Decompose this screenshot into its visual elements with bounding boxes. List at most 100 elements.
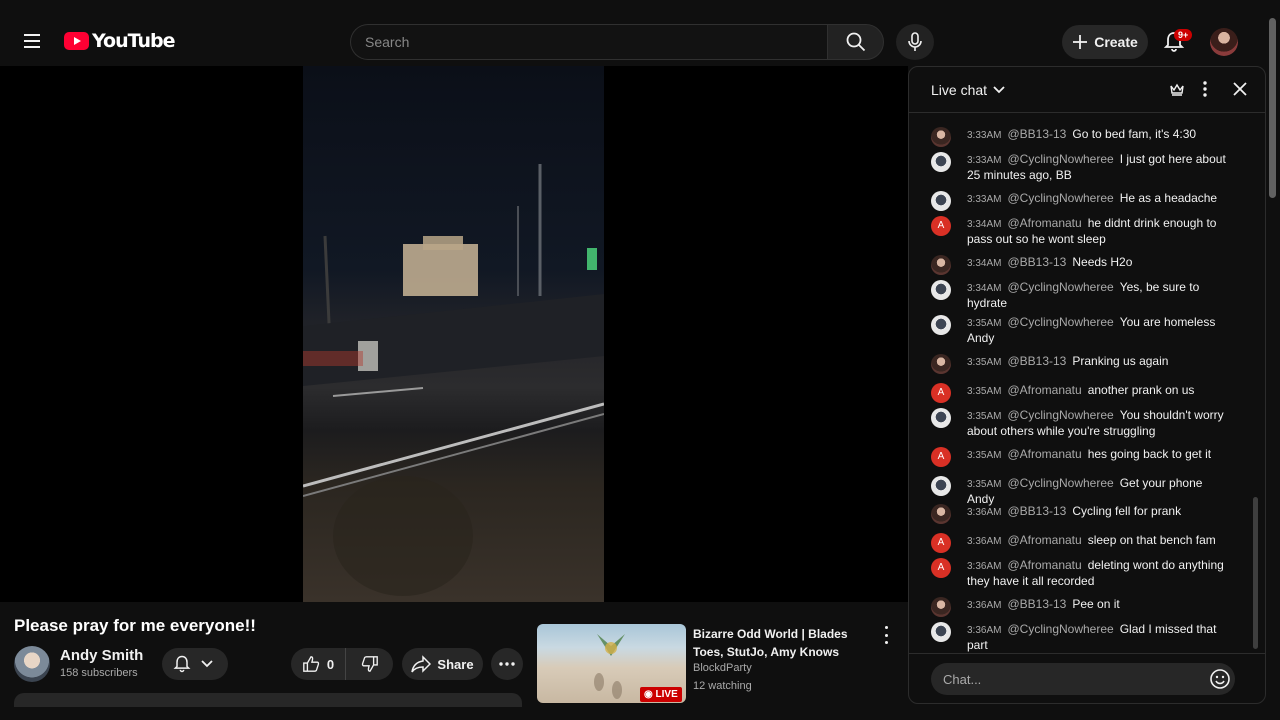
- like-button[interactable]: 0: [291, 648, 346, 680]
- chat-author-avatar[interactable]: A: [931, 558, 951, 578]
- chat-text: hes going back to get it: [1087, 447, 1212, 461]
- logo-text: YouTube: [92, 30, 175, 52]
- chat-message-body: 3:34AM @BB13-13 Needs H2o: [967, 255, 1227, 271]
- chat-author[interactable]: @CyclingNowheree: [1007, 191, 1113, 205]
- notification-badge: 9+: [1174, 29, 1193, 41]
- chat-timestamp: 3:36AM: [967, 561, 1002, 572]
- recommended-more-icon[interactable]: [878, 626, 894, 644]
- chat-author-avatar[interactable]: A: [931, 383, 951, 403]
- recommended-channel[interactable]: BlockdParty: [693, 662, 752, 674]
- chat-message-body: 3:35AM @Afromanatu another prank on us: [967, 383, 1227, 399]
- chat-author[interactable]: @BB13-13: [1007, 354, 1066, 368]
- more-actions-button[interactable]: [491, 648, 523, 680]
- page-scrollbar[interactable]: [1269, 18, 1276, 198]
- youtube-logo-icon: [64, 32, 89, 50]
- chat-author-avatar[interactable]: [931, 504, 951, 524]
- chat-timestamp: 3:34AM: [967, 258, 1002, 269]
- chat-author-avatar[interactable]: [931, 408, 951, 428]
- live-chat-title[interactable]: Live chat: [931, 82, 987, 98]
- chat-author[interactable]: @BB13-13: [1007, 255, 1066, 269]
- chat-timestamp: 3:34AM: [967, 219, 1002, 230]
- share-button[interactable]: Share: [402, 648, 483, 680]
- chat-author-avatar[interactable]: A: [931, 533, 951, 553]
- chat-author[interactable]: @Afromanatu: [1007, 558, 1081, 572]
- chat-timestamp: 3:35AM: [967, 318, 1002, 329]
- chat-message-body: 3:33AM @BB13-13 Go to bed fam, it's 4:30: [967, 127, 1227, 143]
- search-button[interactable]: [827, 24, 884, 60]
- account-avatar[interactable]: [1210, 28, 1238, 56]
- search-input[interactable]: [350, 24, 827, 60]
- chat-author[interactable]: @CyclingNowheree: [1007, 408, 1113, 422]
- mic-icon: [908, 32, 922, 51]
- chat-input[interactable]: [931, 663, 1235, 695]
- more-icon: [499, 662, 515, 666]
- chat-author[interactable]: @CyclingNowheree: [1007, 622, 1113, 636]
- create-label: Create: [1094, 34, 1138, 50]
- channel-name[interactable]: Andy Smith: [60, 647, 143, 664]
- thumbs-down-icon: [361, 656, 378, 672]
- youtube-logo[interactable]: YouTube: [64, 30, 175, 52]
- chat-message-body: 3:33AM @CyclingNowheree He as a headache: [967, 191, 1227, 207]
- chat-text: he didnt drink enough to pass out so he …: [967, 216, 1217, 246]
- chat-author-avatar[interactable]: [931, 280, 951, 300]
- video-scene: [303, 164, 604, 596]
- chat-author-avatar[interactable]: [931, 597, 951, 617]
- chat-author-avatar[interactable]: [931, 476, 951, 496]
- crown-icon[interactable]: [1167, 79, 1187, 99]
- chat-author[interactable]: @Afromanatu: [1007, 216, 1081, 230]
- chevron-down-icon: [201, 660, 213, 668]
- like-count: 0: [326, 656, 335, 672]
- chat-author[interactable]: @Afromanatu: [1007, 383, 1081, 397]
- chat-author-avatar[interactable]: [931, 255, 951, 275]
- chat-author-avatar[interactable]: A: [931, 447, 951, 467]
- emoji-icon[interactable]: [1209, 668, 1231, 690]
- chat-author-avatar[interactable]: A: [931, 216, 951, 236]
- chat-message-body: 3:35AM @Afromanatu hes going back to get i…: [967, 447, 1227, 463]
- more-icon[interactable]: [1195, 79, 1215, 99]
- video-frame[interactable]: [303, 66, 604, 602]
- voice-search-button[interactable]: [896, 24, 934, 60]
- chat-timestamp: 3:35AM: [967, 357, 1002, 368]
- chevron-down-icon[interactable]: [991, 81, 1007, 97]
- chat-author[interactable]: @CyclingNowheree: [1007, 152, 1113, 166]
- chat-scrollbar[interactable]: [1253, 497, 1258, 649]
- chat-author[interactable]: @BB13-13: [1007, 597, 1066, 611]
- close-icon[interactable]: [1230, 79, 1250, 99]
- share-icon: [411, 655, 432, 673]
- chat-author[interactable]: @CyclingNowheree: [1007, 315, 1113, 329]
- chat-author[interactable]: @Afromanatu: [1007, 533, 1081, 547]
- chat-text: another prank on us: [1087, 383, 1195, 397]
- description-box[interactable]: [14, 693, 522, 707]
- chat-author[interactable]: @BB13-13: [1007, 504, 1066, 518]
- chat-author-avatar[interactable]: [931, 622, 951, 642]
- hamburger-icon[interactable]: [24, 34, 40, 52]
- chat-author-avatar[interactable]: [931, 315, 951, 335]
- chat-message-list[interactable]: 3:33AM @BB13-13 Go to bed fam, it's 4:30 3:…: [909, 113, 1249, 653]
- subscription-bell-button[interactable]: [162, 648, 228, 680]
- bell-icon: [173, 655, 191, 673]
- chat-author[interactable]: @BB13-13: [1007, 127, 1066, 141]
- create-button[interactable]: Create: [1062, 25, 1148, 59]
- dislike-button[interactable]: [346, 655, 393, 673]
- chat-timestamp: 3:35AM: [967, 411, 1002, 422]
- chat-author-avatar[interactable]: [931, 127, 951, 147]
- chat-author-avatar[interactable]: [931, 152, 951, 172]
- chat-author[interactable]: @CyclingNowheree: [1007, 280, 1113, 294]
- chat-timestamp: 3:35AM: [967, 479, 1002, 490]
- recommended-title[interactable]: Bizarre Odd World | Blades Toes, StutJo,…: [693, 625, 863, 661]
- chat-timestamp: 3:36AM: [967, 600, 1002, 611]
- channel-avatar[interactable]: [14, 646, 50, 682]
- chat-author[interactable]: @CyclingNowheree: [1007, 476, 1113, 490]
- chat-timestamp: 3:35AM: [967, 450, 1002, 461]
- chat-message-body: 3:36AM @BB13-13 Cycling fell for prank: [967, 504, 1227, 520]
- chat-text: He as a headache: [1119, 191, 1218, 205]
- chat-author-avatar[interactable]: [931, 191, 951, 211]
- chat-text: Needs H2o: [1072, 255, 1133, 269]
- chat-author[interactable]: @Afromanatu: [1007, 447, 1081, 461]
- live-badge: ◉ LIVE: [640, 687, 682, 702]
- thumbs-up-icon: [303, 656, 320, 672]
- chat-input-area: [909, 653, 1265, 703]
- chat-author-avatar[interactable]: [931, 354, 951, 374]
- chat-text: Go to bed fam, it's 4:30: [1072, 127, 1197, 141]
- chat-message-body: 3:36AM @Afromanatu sleep on that bench fam: [967, 533, 1227, 549]
